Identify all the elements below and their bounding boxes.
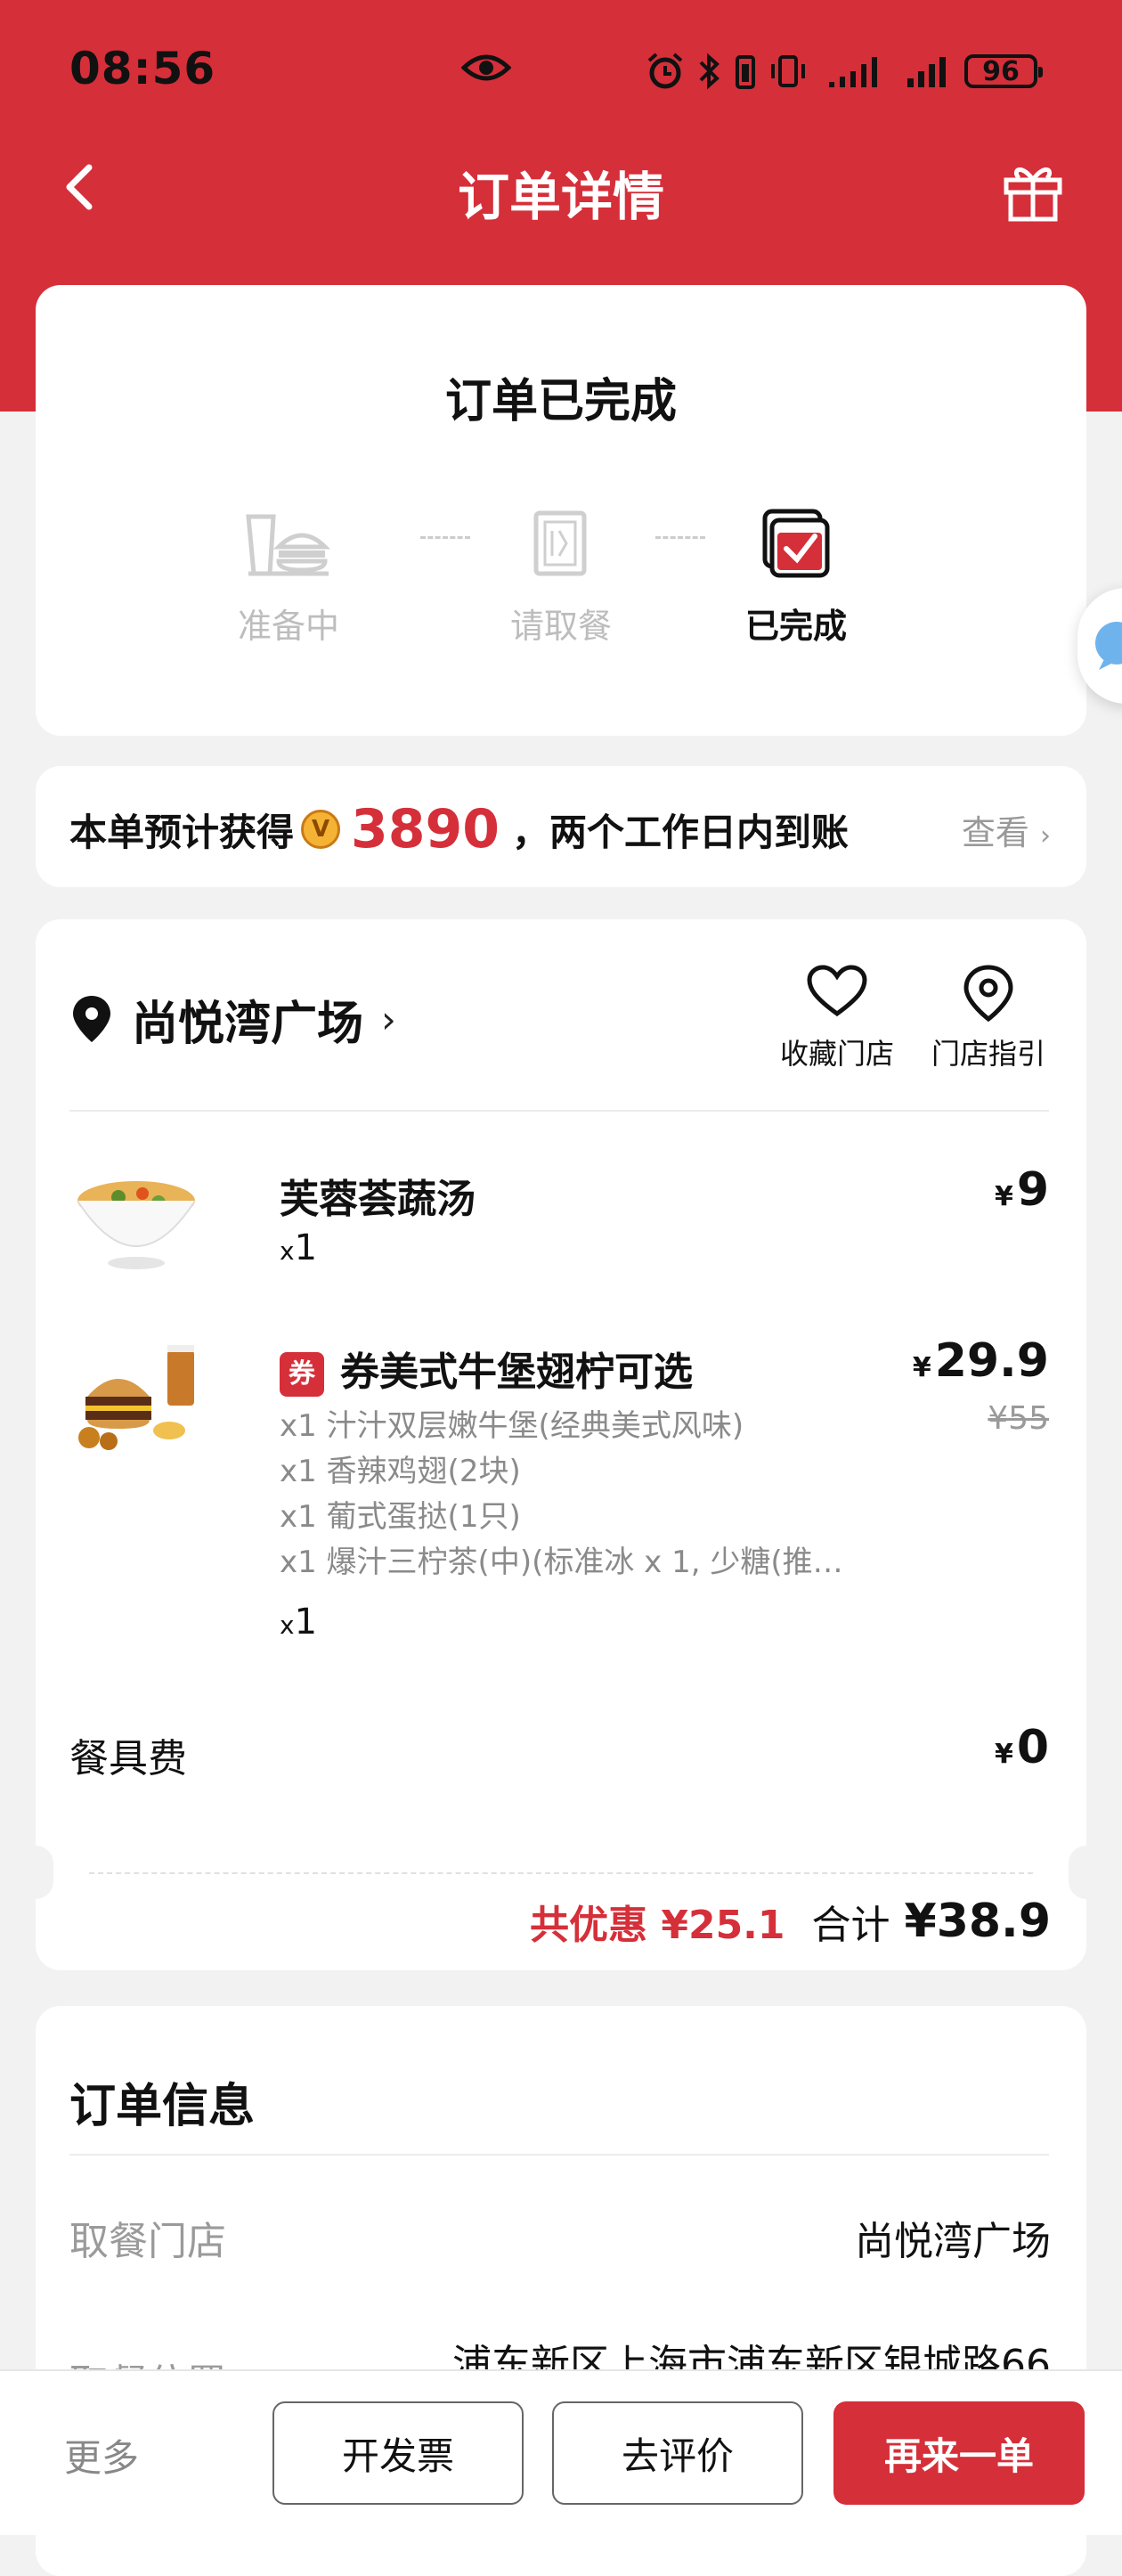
detail-line: x1 汁汁双层嫩牛堡(经典美式风味) [280, 1408, 744, 1444]
eye-icon [461, 54, 511, 81]
alarm-icon [647, 53, 683, 89]
step-connector [655, 536, 705, 539]
store-name: 尚悦湾广场 [132, 997, 364, 1051]
favorite-store-button[interactable]: 收藏门店 [775, 964, 899, 1072]
coupon-tag-icon: 券 [280, 1352, 324, 1397]
combo-meal-image [78, 1345, 194, 1450]
price-value: 9 [1016, 1163, 1049, 1217]
review-button[interactable]: 去评价 [552, 2401, 803, 2505]
item-details: x1 汁汁双层嫩牛堡(经典美式风味) x1 香辣鸡翅(2块) x1 葡式蛋挞(1… [280, 1404, 843, 1586]
step-connector [420, 536, 470, 539]
order-items-card: 尚悦湾广场 › 收藏门店 门店指引 芙蓉荟蔬汤 x1 ¥9 券券美式牛堡翅柠可选 [18, 919, 1104, 1970]
battery-indicator: 96 [964, 54, 1043, 88]
location-pin-outline-icon [963, 965, 1013, 1023]
favorite-store-label: 收藏门店 [779, 1037, 894, 1071]
currency-symbol: ¥ [994, 1739, 1013, 1770]
store-directions-label: 门店指引 [931, 1037, 1045, 1071]
order-status-card: 订单已完成 准备中 请取餐 已完成 [36, 285, 1086, 736]
order-status-title: 订单已完成 [444, 375, 677, 428]
total-label: 合计 [811, 1903, 890, 1948]
detail-line: x1 爆汁三柠茶(中)(标准冰 x 1, 少糖(推… [280, 1545, 843, 1580]
discount-amount: 共优惠 ¥25.1 [530, 1903, 785, 1948]
item-price: ¥29.9 [913, 1334, 1049, 1388]
location-pin-icon [73, 996, 110, 1042]
store-link[interactable]: 尚悦湾广场 › [69, 983, 396, 1055]
status-time: 08:56 [69, 43, 216, 94]
detail-line: x1 葡式蛋挞(1只) [280, 1499, 521, 1535]
step-label: 准备中 [237, 607, 339, 646]
bluetooth-icon [699, 53, 720, 90]
points-suffix: ，两个工作日内到账 [512, 810, 850, 854]
soup-image [77, 1181, 196, 1269]
utensils-price: ¥0 [995, 1721, 1049, 1774]
ticket-notch-right [1069, 1846, 1104, 1899]
chevron-right-icon: › [381, 997, 396, 1041]
pickup-store-label: 取餐门店 [69, 2219, 226, 2264]
qty-prefix: x [280, 1236, 295, 1266]
order-info-title: 订单信息 [69, 2080, 256, 2133]
detail-line: x1 香辣鸡翅(2块) [280, 1454, 521, 1489]
chevron-right-icon: › [1040, 820, 1051, 852]
battery-saver-icon [736, 55, 755, 89]
view-points-label: 查看 [961, 813, 1029, 852]
step-ready-pickup: 请取餐 [490, 508, 632, 648]
invoice-button[interactable]: 开发票 [272, 2401, 524, 2505]
status-bar: 08:56 96 [0, 0, 1122, 143]
qty-value: 1 [294, 1602, 318, 1643]
receipt-icon [533, 510, 587, 576]
item-name: 券券美式牛堡翅柠可选 [280, 1340, 693, 1397]
ticket-notch-left [18, 1846, 53, 1899]
chat-bubble-icon [1095, 622, 1122, 670]
navigation-bar: 订单详情 [0, 143, 1122, 232]
currency-symbol: ¥ [994, 1181, 1013, 1212]
points-amount: 3890 [351, 798, 500, 860]
completed-check-icon [762, 509, 830, 578]
view-points-link[interactable]: 查看 › [962, 805, 1051, 854]
step-completed: 已完成 [725, 508, 867, 648]
gift-icon[interactable] [997, 153, 1069, 224]
total-amount: ¥38.9 [904, 1895, 1051, 1948]
points-prefix: 本单预计获得 [69, 810, 295, 854]
utensils-row: 餐具费 ¥0 [69, 1721, 1049, 1783]
signal-icon-1 [829, 57, 877, 87]
vibrate-icon [771, 55, 805, 87]
store-directions-button[interactable]: 门店指引 [926, 964, 1051, 1072]
v-gold-badge-icon: V [301, 810, 341, 849]
price-value: 29.9 [934, 1334, 1049, 1388]
burger-tray-icon [246, 514, 331, 576]
item-name: 芙蓉荟蔬汤 [280, 1177, 476, 1222]
item-quantity: x1 [280, 1602, 317, 1643]
qty-value: 1 [294, 1227, 318, 1268]
list-item: 券券美式牛堡翅柠可选 x1 汁汁双层嫩牛堡(经典美式风味) x1 香辣鸡翅(2块… [69, 1334, 1049, 1655]
list-item: 芙蓉荟蔬汤 x1 ¥9 [69, 1158, 1049, 1283]
step-preparing: 准备中 [217, 508, 360, 648]
reorder-button[interactable]: 再来一单 [833, 2401, 1085, 2505]
pickup-store-value: 尚悦湾广场 [855, 2219, 1051, 2264]
qty-prefix: x [280, 1610, 295, 1640]
price-value: 0 [1016, 1721, 1049, 1774]
divider [69, 2154, 1049, 2156]
item-price: ¥9 [995, 1163, 1049, 1217]
divider [69, 1110, 1049, 1112]
item-quantity: x1 [280, 1227, 317, 1268]
original-price: ¥55 [988, 1400, 1049, 1437]
page-title: 订单详情 [457, 167, 664, 227]
item-name-text: 券美式牛堡翅柠可选 [340, 1349, 693, 1395]
bottom-action-bar: 更多 开发票 去评价 再来一单 [0, 2369, 1122, 2535]
step-label: 请取餐 [509, 607, 612, 646]
heart-icon [807, 965, 867, 1017]
status-icons: 96 [646, 46, 1043, 96]
points-summary: 本单预计获得 V 3890 ，两个工作日内到账 [69, 798, 849, 860]
step-label: 已完成 [744, 607, 847, 646]
order-total: 共优惠 ¥25.1 合计 ¥38.9 [530, 1863, 1051, 1979]
signal-icon-2 [907, 57, 946, 87]
utensils-label: 餐具费 [69, 1736, 187, 1781]
currency-symbol: ¥ [912, 1352, 931, 1383]
points-card: 本单预计获得 V 3890 ，两个工作日内到账 查看 › [36, 766, 1086, 887]
more-button[interactable]: 更多 [64, 2428, 139, 2482]
